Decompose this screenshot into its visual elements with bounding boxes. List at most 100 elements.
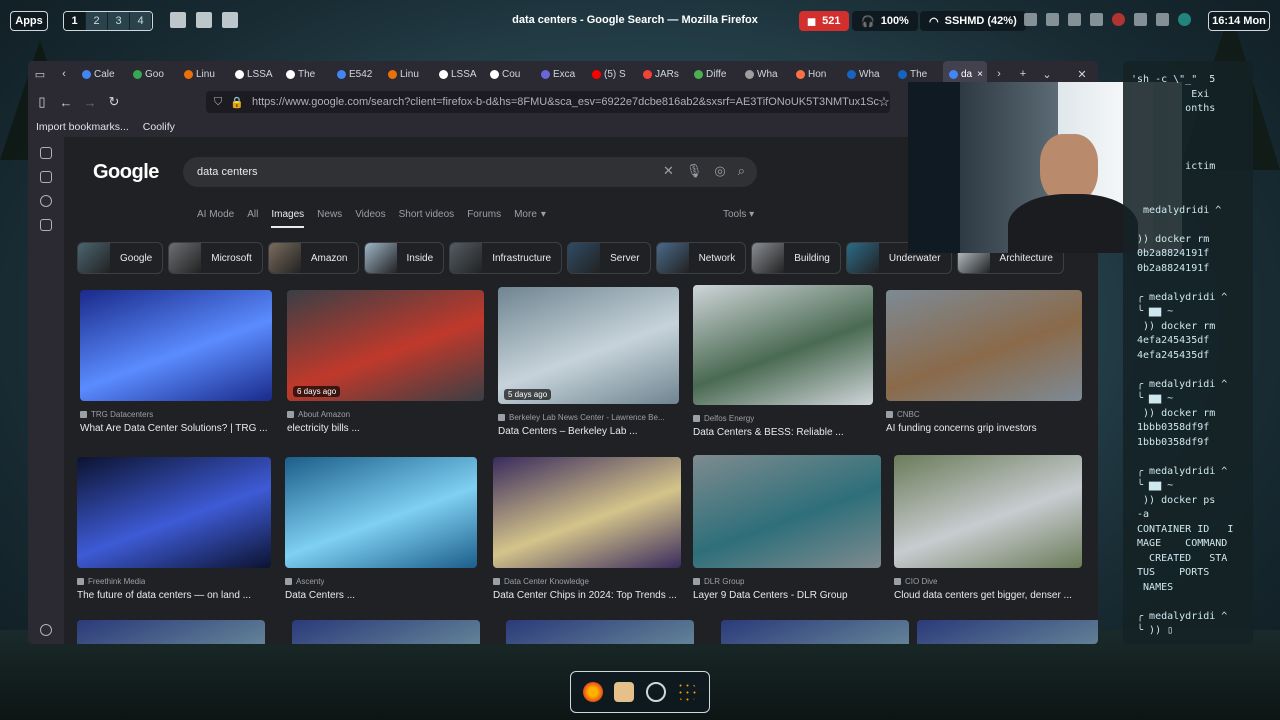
filter-all[interactable]: All: [247, 209, 258, 220]
result-source[interactable]: CIO Dive: [894, 577, 937, 586]
reload-icon[interactable]: ↻: [102, 90, 126, 114]
result-image[interactable]: [80, 290, 272, 401]
volume-indicator[interactable]: 🎧 100%: [852, 11, 918, 31]
url-bar[interactable]: ⛉ 🔒 https://www.google.com/search?client…: [206, 91, 890, 113]
result-image[interactable]: 6 days ago: [287, 290, 484, 401]
filter-forums[interactable]: Forums: [467, 209, 501, 220]
search-input[interactable]: data centers ✕ 🎙 ◎ ⌕: [183, 157, 757, 187]
workspace-1[interactable]: 1: [64, 12, 86, 30]
google-logo[interactable]: Google: [93, 161, 159, 184]
result-source[interactable]: Berkeley Lab News Center - Lawrence Be..…: [498, 413, 665, 422]
tab-item[interactable]: E542: [331, 61, 382, 87]
filter-short-videos[interactable]: Short videos: [399, 209, 455, 220]
tab-item[interactable]: Goo: [127, 61, 178, 87]
tab-item[interactable]: Cou: [484, 61, 535, 87]
tab-item[interactable]: Cale: [76, 61, 127, 87]
heart-icon[interactable]: [1090, 13, 1103, 26]
terminal-window[interactable]: 'sh -c \"_" 5 Exi onths ictim medalydrid…: [1123, 61, 1253, 644]
filter-ai-mode[interactable]: AI Mode: [197, 209, 234, 220]
chip-server[interactable]: Server: [567, 242, 651, 274]
folder-icon[interactable]: [222, 12, 238, 28]
tab-item[interactable]: Exca: [535, 61, 586, 87]
lens-icon[interactable]: ◎: [714, 163, 725, 179]
scroll-left-icon[interactable]: ‹: [52, 61, 76, 87]
ai-chat-icon[interactable]: [40, 147, 52, 159]
workspace-2[interactable]: 2: [86, 12, 108, 30]
window-icon[interactable]: [170, 12, 186, 28]
result-source[interactable]: Freethink Media: [77, 577, 145, 586]
result-image[interactable]: [285, 457, 477, 568]
tab-item[interactable]: Wha: [841, 61, 892, 87]
notification-badge[interactable]: ◼ 521: [799, 11, 849, 31]
result-title[interactable]: Data Centers & BESS: Reliable ...: [693, 427, 844, 438]
bookmark-star-icon[interactable]: ☆: [872, 90, 896, 114]
tab-item[interactable]: Linu: [178, 61, 229, 87]
wifi-indicator[interactable]: ◠ SSHMD (42%): [920, 11, 1026, 31]
compass-icon[interactable]: [645, 682, 666, 702]
result-title[interactable]: electricity bills ...: [287, 423, 360, 434]
search-icon[interactable]: ⌕: [738, 163, 745, 179]
chip-inside[interactable]: Inside: [363, 242, 445, 274]
result-title[interactable]: Layer 9 Data Centers - DLR Group: [693, 590, 848, 601]
chart-icon[interactable]: [1046, 13, 1059, 26]
clock[interactable]: 16:14 Mon: [1208, 11, 1270, 31]
bookmark-coolify[interactable]: Coolify: [143, 121, 175, 133]
bookmarks-icon[interactable]: [40, 219, 52, 231]
filter-more[interactable]: More: [514, 209, 537, 220]
mail-icon[interactable]: [196, 12, 212, 28]
result-source[interactable]: TRG Datacenters: [80, 410, 153, 419]
result-source[interactable]: Ascenty: [285, 577, 324, 586]
result-source[interactable]: CNBC: [886, 410, 920, 419]
back-icon[interactable]: ←: [54, 90, 78, 114]
tab-item[interactable]: LSSA: [229, 61, 280, 87]
tab-item[interactable]: Linu: [382, 61, 433, 87]
mic-icon[interactable]: 🎙: [686, 163, 703, 179]
tab-manager-icon[interactable]: ▭: [28, 61, 52, 87]
filter-images[interactable]: Images: [271, 209, 304, 228]
tab-item[interactable]: Hon: [790, 61, 841, 87]
shield-icon[interactable]: ⛉: [214, 96, 222, 109]
result-image[interactable]: [886, 290, 1082, 401]
workspace-4[interactable]: 4: [130, 12, 152, 30]
layers-icon[interactable]: [1068, 13, 1081, 26]
result-image-partial[interactable]: [77, 620, 265, 644]
result-image-partial[interactable]: [506, 620, 694, 644]
gear-icon[interactable]: [40, 624, 52, 636]
result-image[interactable]: [693, 455, 881, 568]
result-image[interactable]: [894, 455, 1082, 568]
tab-item[interactable]: (5) S: [586, 61, 637, 87]
result-image-partial[interactable]: [917, 620, 1098, 644]
close-tab-icon[interactable]: ×: [977, 69, 987, 80]
result-image[interactable]: [493, 457, 681, 568]
app-icon[interactable]: [1112, 13, 1125, 26]
avatar-icon[interactable]: [1178, 13, 1191, 26]
result-title[interactable]: The future of data centers — on land ...: [77, 590, 251, 601]
filter-news[interactable]: News: [317, 209, 342, 220]
result-image[interactable]: 5 days ago: [498, 287, 679, 404]
result-title[interactable]: Data Center Chips in 2024: Top Trends ..…: [493, 590, 677, 601]
result-title[interactable]: Data Centers – Berkeley Lab ...: [498, 426, 638, 437]
result-title[interactable]: Data Centers ...: [285, 590, 355, 601]
chip-microsoft[interactable]: Microsoft: [168, 242, 263, 274]
filter-videos[interactable]: Videos: [355, 209, 385, 220]
sidebar-toggle-icon[interactable]: ▯: [30, 90, 54, 114]
result-image[interactable]: [77, 457, 271, 568]
terminal-icon[interactable]: [614, 682, 635, 702]
tab-item[interactable]: LSSA: [433, 61, 484, 87]
synced-tabs-icon[interactable]: [40, 171, 52, 183]
tab-item[interactable]: JARs: [637, 61, 688, 87]
chip-amazon[interactable]: Amazon: [267, 242, 359, 274]
tab-item[interactable]: Diffe: [688, 61, 739, 87]
bell-icon[interactable]: [1134, 13, 1147, 26]
bolt-icon[interactable]: [1024, 13, 1037, 26]
forward-icon[interactable]: →: [78, 90, 102, 114]
tools-button[interactable]: Tools ▾: [723, 209, 754, 220]
tab-item[interactable]: Wha: [739, 61, 790, 87]
result-source[interactable]: About Amazon: [287, 410, 350, 419]
chip-network[interactable]: Network: [655, 242, 747, 274]
chip-building[interactable]: Building: [751, 242, 841, 274]
result-title[interactable]: AI funding concerns grip investors: [886, 423, 1037, 434]
lock-icon[interactable]: 🔒: [230, 96, 244, 109]
power-icon[interactable]: [1156, 13, 1169, 26]
bookmark-import[interactable]: Import bookmarks...: [36, 121, 129, 133]
